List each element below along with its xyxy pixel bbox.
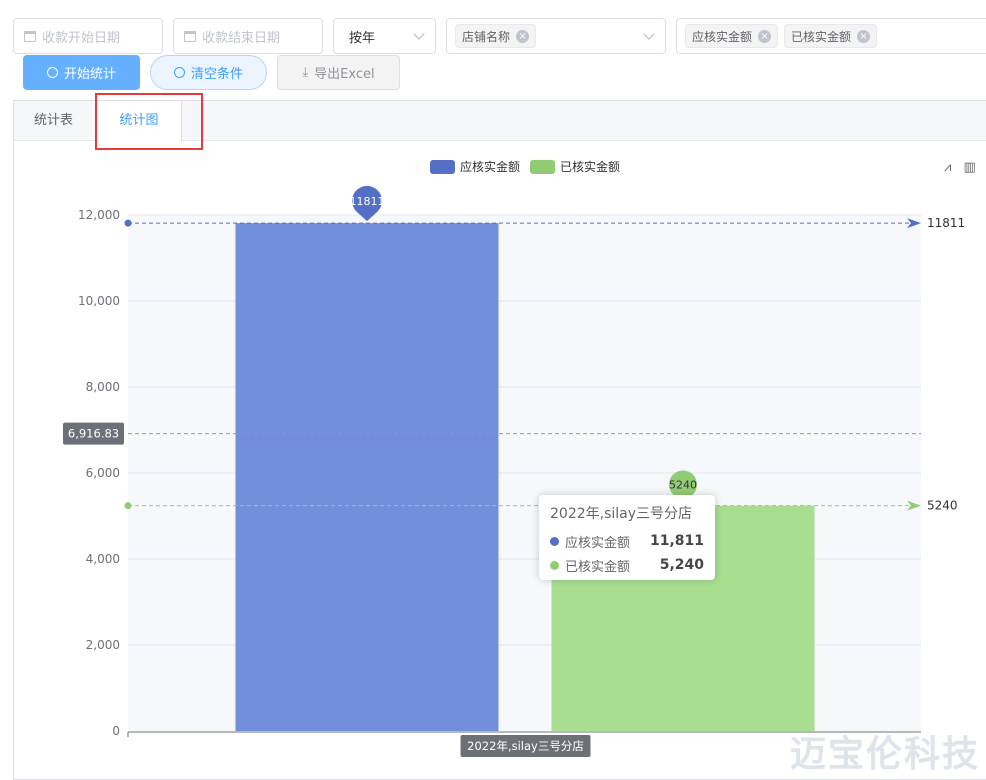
tooltip-title: 2022年,silay三号分店 bbox=[550, 506, 693, 522]
tooltip-row: 已核实金额 5,240 bbox=[550, 553, 704, 577]
y-tick-label: 0 bbox=[112, 724, 120, 738]
chart-tooltip: 2022年,silay三号分店 应核实金额 11,811 已核实金额 5,240 bbox=[539, 495, 715, 580]
y-tick-label: 6,000 bbox=[86, 466, 120, 480]
bar bbox=[235, 223, 499, 731]
markline-start-dot bbox=[124, 219, 132, 227]
y-tick-label: 8,000 bbox=[86, 380, 120, 394]
y-tick-label: 2,000 bbox=[86, 638, 120, 652]
watermark: 迈宝伦科技 bbox=[790, 734, 981, 775]
tooltip-series-name: 已核实金额 bbox=[565, 559, 631, 575]
tooltip-value: 11,811 bbox=[649, 533, 704, 549]
tooltip-row: 应核实金额 11,811 bbox=[550, 529, 704, 553]
markline-start-dot bbox=[124, 502, 132, 510]
tooltip-dot bbox=[550, 560, 559, 570]
y-tick-label: 10,000 bbox=[78, 294, 120, 308]
tooltip-dot bbox=[550, 536, 559, 546]
bar-chart: 0 2,000 4,000 6,000 8,000 10,000 12,000 6,916.8… bbox=[63, 185, 965, 757]
average-label: 6,916.83 bbox=[68, 427, 119, 441]
x-tick-label: 2022年,silay三号分店 bbox=[467, 739, 584, 753]
y-tick-label: 12,000 bbox=[78, 208, 120, 222]
tooltip-series-name: 应核实金额 bbox=[565, 535, 631, 551]
y-tick-label: 4,000 bbox=[86, 552, 120, 566]
markpoint-label: 11811 bbox=[350, 195, 385, 208]
markline-label: 5240 bbox=[927, 499, 958, 513]
markline-label: 11811 bbox=[927, 216, 965, 230]
tooltip-value: 5,240 bbox=[659, 557, 704, 573]
markpoint-label: 5240 bbox=[669, 479, 697, 492]
